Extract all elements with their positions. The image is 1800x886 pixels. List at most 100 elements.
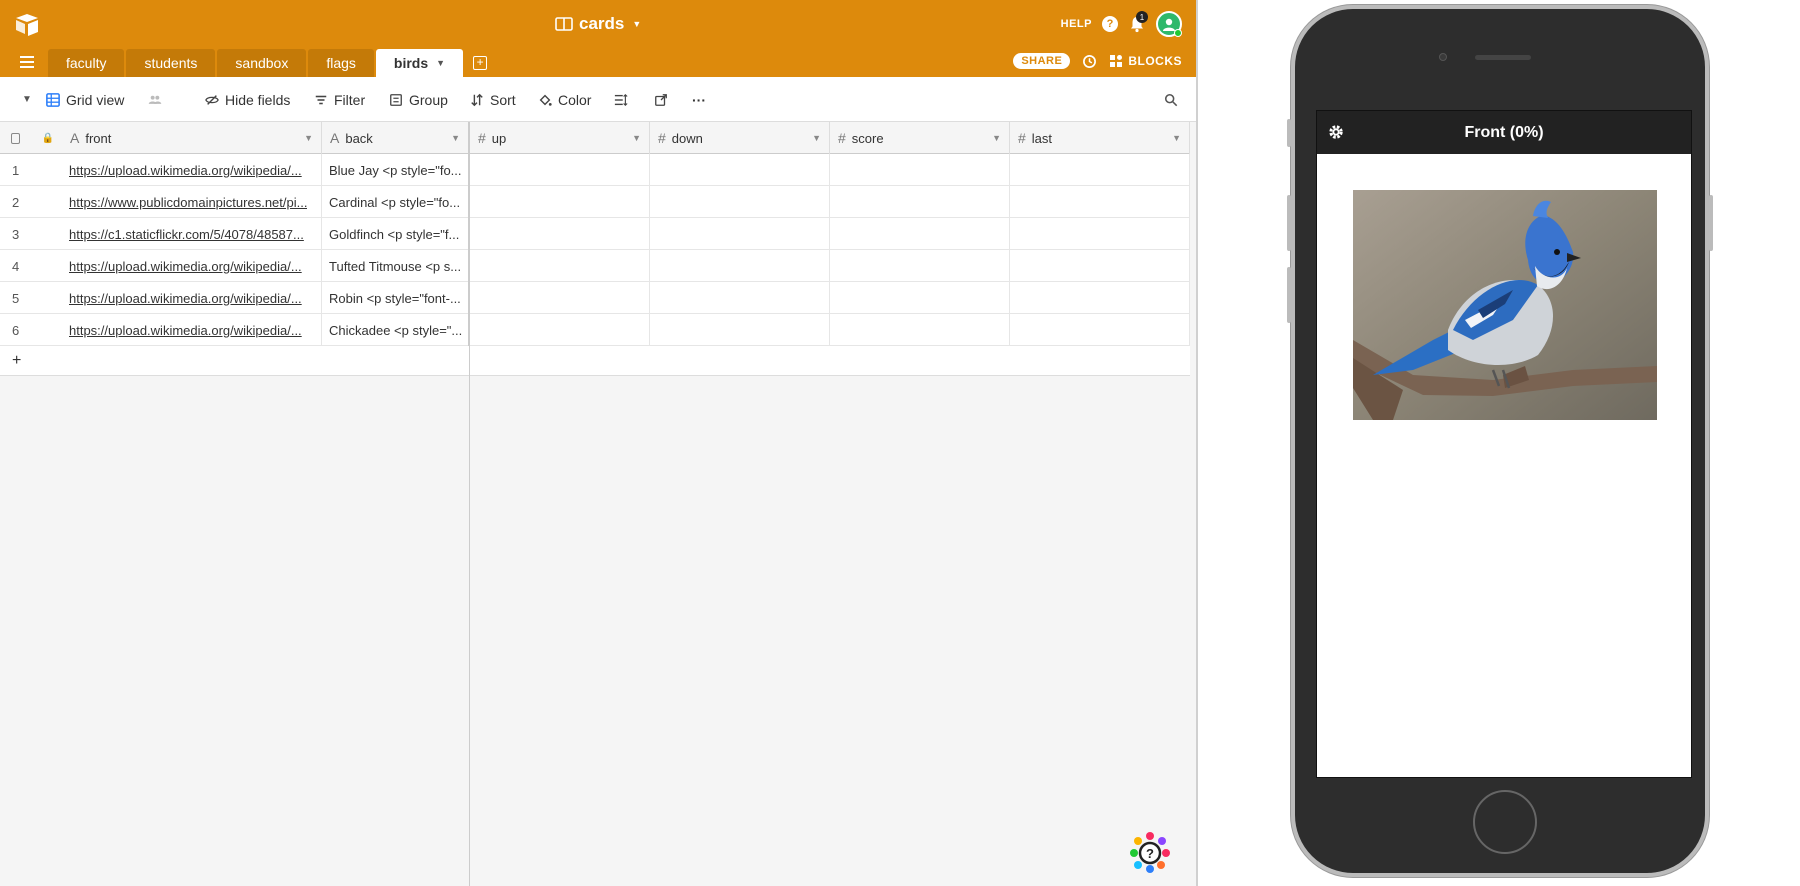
more-options-button[interactable]: ··· bbox=[692, 77, 706, 122]
chevron-down-icon[interactable]: ▼ bbox=[304, 133, 313, 143]
cell-down[interactable] bbox=[650, 218, 830, 250]
color-button[interactable]: Color bbox=[538, 77, 591, 122]
cell-front[interactable]: https://upload.wikimedia.org/wikipedia/.… bbox=[62, 314, 322, 346]
chevron-down-icon[interactable]: ▼ bbox=[992, 133, 1001, 143]
airtable-logo-icon[interactable] bbox=[13, 12, 41, 38]
chevron-down-icon[interactable]: ▼ bbox=[632, 133, 641, 143]
table-row[interactable]: 6 https://upload.wikimedia.org/wikipedia… bbox=[0, 314, 470, 346]
hamburger-menu-icon[interactable] bbox=[20, 56, 34, 68]
tab-birds[interactable]: birds ▼ bbox=[375, 49, 464, 77]
sort-button[interactable]: Sort bbox=[470, 77, 516, 122]
group-button[interactable]: Group bbox=[389, 77, 448, 122]
column-header-score[interactable]: # score ▼ bbox=[830, 122, 1010, 154]
help-icon[interactable]: ? bbox=[1102, 16, 1118, 32]
table-row[interactable] bbox=[470, 154, 1190, 186]
cell-last[interactable] bbox=[1010, 218, 1190, 250]
chevron-down-icon[interactable]: ▼ bbox=[812, 133, 821, 143]
cell-score[interactable] bbox=[830, 154, 1010, 186]
table-row[interactable]: 1 https://upload.wikimedia.org/wikipedia… bbox=[0, 154, 470, 186]
cell-back[interactable]: Cardinal <p style="fo... bbox=[322, 186, 470, 218]
url-link[interactable]: https://upload.wikimedia.org/wikipedia/.… bbox=[69, 291, 302, 306]
cell-score[interactable] bbox=[830, 250, 1010, 282]
share-button[interactable]: SHARE bbox=[1013, 53, 1071, 69]
cell-front[interactable]: https://www.publicdomainpictures.net/pi.… bbox=[62, 186, 322, 218]
chevron-down-icon[interactable]: ▼ bbox=[451, 133, 460, 143]
cell-up[interactable] bbox=[470, 314, 650, 346]
chevron-down-icon[interactable]: ▼ bbox=[436, 49, 445, 77]
cell-front[interactable]: https://upload.wikimedia.org/wikipedia/.… bbox=[62, 282, 322, 314]
cell-last[interactable] bbox=[1010, 314, 1190, 346]
tab-students[interactable]: students bbox=[126, 49, 216, 77]
cell-up[interactable] bbox=[470, 218, 650, 250]
chevron-down-icon[interactable]: ▼ bbox=[1172, 133, 1181, 143]
share-view-button[interactable] bbox=[654, 77, 668, 122]
cell-back[interactable]: Tufted Titmouse <p s... bbox=[322, 250, 470, 282]
cell-back[interactable]: Goldfinch <p style="f... bbox=[322, 218, 470, 250]
table-row[interactable] bbox=[470, 314, 1190, 346]
cell-score[interactable] bbox=[830, 314, 1010, 346]
cell-last[interactable] bbox=[1010, 250, 1190, 282]
frozen-divider[interactable] bbox=[469, 122, 470, 886]
url-link[interactable]: https://www.publicdomainpictures.net/pi.… bbox=[69, 195, 307, 210]
filter-button[interactable]: Filter bbox=[314, 77, 365, 122]
url-link[interactable]: https://upload.wikimedia.org/wikipedia/.… bbox=[69, 163, 302, 178]
cell-score[interactable] bbox=[830, 282, 1010, 314]
add-table-button[interactable]: + bbox=[473, 56, 488, 70]
cell-front[interactable]: https://upload.wikimedia.org/wikipedia/.… bbox=[62, 250, 322, 282]
help-bubble-icon[interactable]: ? bbox=[1124, 827, 1176, 879]
column-header-down[interactable]: # down ▼ bbox=[650, 122, 830, 154]
history-icon[interactable] bbox=[1082, 54, 1097, 69]
table-row[interactable]: 2 https://www.publicdomainpictures.net/p… bbox=[0, 186, 470, 218]
table-row[interactable] bbox=[470, 186, 1190, 218]
cell-down[interactable] bbox=[650, 154, 830, 186]
url-link[interactable]: https://c1.staticflickr.com/5/4078/48587… bbox=[69, 227, 304, 242]
hide-fields-button[interactable]: Hide fields bbox=[205, 77, 290, 122]
cell-back[interactable]: Robin <p style="font-... bbox=[322, 282, 470, 314]
search-button[interactable] bbox=[1164, 77, 1178, 122]
column-header-front[interactable]: A front ▼ bbox=[62, 122, 322, 154]
row-height-button[interactable] bbox=[614, 77, 628, 122]
table-row[interactable]: 3 https://c1.staticflickr.com/5/4078/485… bbox=[0, 218, 470, 250]
cell-up[interactable] bbox=[470, 186, 650, 218]
collaborators-icon[interactable] bbox=[148, 77, 162, 122]
table-row[interactable]: 4 https://upload.wikimedia.org/wikipedia… bbox=[0, 250, 470, 282]
cell-down[interactable] bbox=[650, 186, 830, 218]
cell-score[interactable] bbox=[830, 186, 1010, 218]
cell-front[interactable]: https://upload.wikimedia.org/wikipedia/.… bbox=[62, 154, 322, 186]
add-row-button[interactable]: + bbox=[0, 346, 470, 376]
cell-up[interactable] bbox=[470, 282, 650, 314]
cell-last[interactable] bbox=[1010, 282, 1190, 314]
column-header-back[interactable]: A back ▼ bbox=[322, 122, 470, 154]
cell-down[interactable] bbox=[650, 314, 830, 346]
cell-last[interactable] bbox=[1010, 186, 1190, 218]
add-row-strip[interactable] bbox=[470, 346, 1190, 376]
view-switcher-toggle[interactable]: ▼ bbox=[22, 77, 32, 122]
help-link[interactable]: HELP bbox=[1061, 18, 1092, 30]
table-row[interactable] bbox=[470, 282, 1190, 314]
avatar[interactable] bbox=[1156, 11, 1182, 37]
table-row[interactable] bbox=[470, 218, 1190, 250]
column-header-last[interactable]: # last ▼ bbox=[1010, 122, 1190, 154]
cell-back[interactable]: Blue Jay <p style="fo... bbox=[322, 154, 470, 186]
base-title[interactable]: cards ▼ bbox=[555, 14, 641, 34]
cell-back[interactable]: Chickadee <p style="... bbox=[322, 314, 470, 346]
view-selector[interactable]: Grid view bbox=[46, 77, 124, 122]
cell-front[interactable]: https://c1.staticflickr.com/5/4078/48587… bbox=[62, 218, 322, 250]
tab-flags[interactable]: flags bbox=[308, 49, 374, 77]
cell-score[interactable] bbox=[830, 218, 1010, 250]
cell-up[interactable] bbox=[470, 250, 650, 282]
column-header-up[interactable]: # up ▼ bbox=[470, 122, 650, 154]
tab-faculty[interactable]: faculty bbox=[48, 49, 125, 77]
notifications-button[interactable]: 1 bbox=[1128, 11, 1148, 33]
table-row[interactable]: 5 https://upload.wikimedia.org/wikipedia… bbox=[0, 282, 470, 314]
cell-up[interactable] bbox=[470, 154, 650, 186]
table-row[interactable] bbox=[470, 250, 1190, 282]
cell-down[interactable] bbox=[650, 282, 830, 314]
blocks-button[interactable]: BLOCKS bbox=[1109, 54, 1182, 68]
url-link[interactable]: https://upload.wikimedia.org/wikipedia/.… bbox=[69, 259, 302, 274]
tab-sandbox[interactable]: sandbox bbox=[217, 49, 307, 77]
select-all-checkbox[interactable] bbox=[11, 132, 20, 144]
gear-icon[interactable] bbox=[1327, 123, 1345, 141]
url-link[interactable]: https://upload.wikimedia.org/wikipedia/.… bbox=[69, 323, 302, 338]
cell-down[interactable] bbox=[650, 250, 830, 282]
